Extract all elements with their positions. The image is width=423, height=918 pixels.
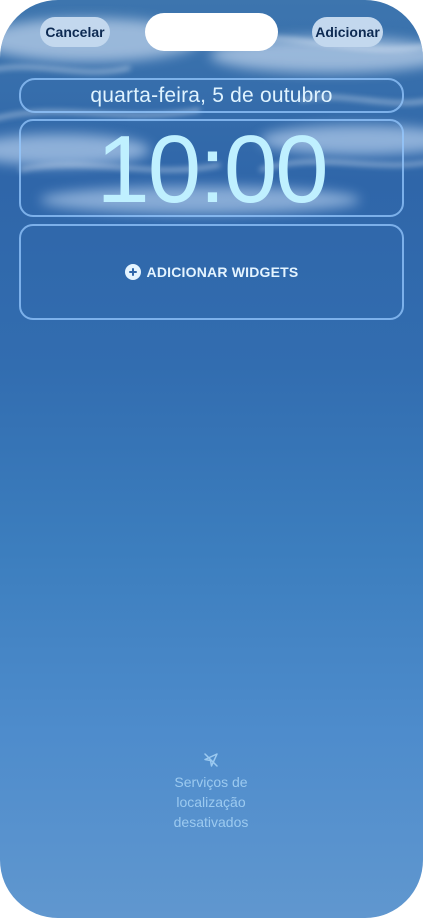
location-off-icon [204, 753, 218, 767]
location-services-notice: Serviços de localização desativados [131, 752, 291, 832]
location-notice-line-2: localização [176, 794, 246, 810]
plus-circle-icon [124, 264, 141, 280]
add-widgets-button[interactable]: ADICIONAR WIDGETS [124, 264, 299, 280]
lock-screen-editor: Cancelar Adicionar quarta-feira, 5 de ou… [0, 0, 423, 918]
add-button[interactable]: Adicionar [312, 17, 383, 47]
clock-time: 10:00 [96, 116, 328, 223]
location-notice-line-3: desativados [173, 814, 249, 830]
date-widget[interactable]: quarta-feira, 5 de outubro [19, 78, 404, 113]
location-notice-line-1: Serviços de [174, 774, 248, 790]
cancel-button[interactable]: Cancelar [40, 17, 110, 47]
add-widgets-label: ADICIONAR WIDGETS [146, 264, 299, 280]
clock-widget[interactable]: 10:00 [19, 116, 404, 223]
dynamic-island [145, 13, 278, 51]
add-widgets-area[interactable]: ADICIONAR WIDGETS [19, 224, 404, 320]
date-label: quarta-feira, 5 de outubro [90, 83, 333, 107]
